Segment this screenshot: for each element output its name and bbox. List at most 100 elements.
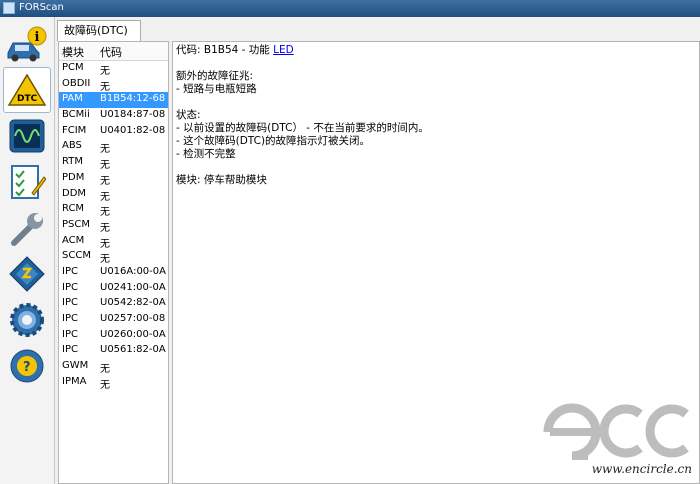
svg-text:DTC: DTC [17, 94, 38, 104]
tab-strip: 故障码(DTC) [55, 17, 700, 41]
module-name: RTM [62, 156, 83, 168]
oscilloscope-button[interactable] [3, 113, 51, 159]
module-code: 无 [100, 160, 110, 172]
svg-text:i: i [35, 30, 40, 45]
dtc-button[interactable]: DTC [3, 67, 51, 113]
module-row[interactable]: PCM 无 [59, 61, 168, 77]
module-name: SCCM [62, 250, 91, 262]
tab-dtc[interactable]: 故障码(DTC) [57, 20, 141, 41]
led-link[interactable]: LED [273, 44, 294, 56]
module-name: IPC [62, 344, 78, 356]
help-button[interactable]: ? [3, 343, 51, 389]
module-name: FCIM [62, 124, 87, 136]
module-row[interactable]: IPC U0260:00-0A [59, 328, 168, 344]
module-row[interactable]: RCM 无 [59, 202, 168, 218]
module-row[interactable]: IPC U0542:82-0A [59, 296, 168, 312]
module-row[interactable]: IPC U0257:00-08 [59, 312, 168, 328]
status-item: - 以前设置的故障码(DTC） - 不在当前要求的时间内。 [176, 122, 429, 134]
oscilloscope-icon [9, 119, 45, 153]
module-rows: PCM 无 OBDII 无 PAM B1B54:12-68 BCMii U0184:87-08… [59, 61, 168, 391]
module-name: RCM [62, 203, 85, 215]
module-row[interactable]: IPMA 无 [59, 375, 168, 391]
module-row[interactable]: OBDII 无 [59, 77, 168, 93]
settings-button[interactable] [3, 297, 51, 343]
wrench-icon [11, 213, 43, 246]
module-row[interactable]: IPC U016A:00-0A [59, 265, 168, 281]
module-code: 无 [100, 207, 110, 219]
module-name: IPC [62, 297, 78, 309]
module-row[interactable]: PDM 无 [59, 171, 168, 187]
module-row[interactable]: BCMii U0184:87-08 [59, 108, 168, 124]
module-row[interactable]: ACM 无 [59, 234, 168, 250]
module-code: 无 [100, 144, 110, 156]
module-row[interactable]: PAM B1B54:12-68 [59, 92, 168, 109]
module-code: 无 [100, 254, 110, 266]
module-code: 无 [100, 175, 110, 187]
dtc-icon: DTC [7, 73, 47, 106]
module-name: IPC [62, 265, 78, 277]
module-code: 无 [100, 66, 110, 77]
module-name: IPMA [62, 375, 87, 387]
module-line: 模块: 停车帮助模块 [176, 174, 267, 186]
vehicle-info-button[interactable]: i [3, 21, 51, 67]
side-toolbar: i DTC ? [0, 17, 55, 484]
module-code: 无 [100, 191, 110, 203]
module-code: 无 [100, 81, 110, 93]
module-row[interactable]: IPC U0241:00-0A [59, 281, 168, 297]
module-code: 无 [100, 222, 110, 234]
module-code: 无 [100, 364, 110, 376]
header-code[interactable]: 代码 [100, 44, 122, 60]
status-title: 状态: [176, 109, 201, 121]
module-code: U0260:00-0A [100, 328, 166, 340]
checklist-icon [11, 165, 46, 199]
module-row[interactable]: FCIM U0401:82-08 [59, 124, 168, 140]
module-code: U0561:82-0A [100, 344, 166, 356]
module-name: OBDII [62, 77, 91, 89]
module-row[interactable]: IPC U0561:82-0A [59, 343, 168, 359]
module-code: U0184:87-08 [100, 109, 166, 121]
module-code: U016A:00-0A [100, 265, 166, 277]
module-name: IPC [62, 313, 78, 324]
module-row[interactable]: PSCM 无 [59, 218, 168, 234]
watermark: www.encircle.cn [542, 398, 692, 476]
module-code: 无 [100, 379, 110, 391]
module-row[interactable]: RTM 无 [59, 155, 168, 171]
module-name: IPC [62, 328, 78, 340]
gear-icon [10, 303, 44, 337]
module-name: DDM [62, 187, 87, 199]
chip-icon [9, 256, 45, 292]
code-line: 代码: B1B54 - 功能 LED [176, 44, 696, 57]
module-row[interactable]: SCCM 无 [59, 249, 168, 265]
module-name: BCMii [62, 109, 90, 121]
window-title: FORScan [19, 2, 64, 13]
help-icon: ? [10, 349, 44, 383]
module-name: PSCM [62, 218, 90, 230]
list-header: 模块 代码 [59, 42, 168, 61]
status-item: - 检测不完整 [176, 148, 236, 160]
code-text: 代码: B1B54 - 功能 [176, 44, 274, 56]
module-code: 无 [100, 238, 110, 250]
module-name: IPC [62, 281, 78, 293]
module-code: B1B54:12-68 [100, 93, 166, 105]
module-name: GWM [62, 360, 89, 372]
watermark-site: www.encircle.cn [591, 462, 692, 476]
module-name: PDM [62, 171, 85, 183]
module-list[interactable]: 模块 代码 PCM 无 OBDII 无 PAM B1B54:12-68 BCMii U0184… [58, 41, 169, 484]
module-row[interactable]: ABS 无 [59, 139, 168, 155]
module-name: ACM [62, 234, 85, 246]
module-code: U0241:00-0A [100, 281, 166, 293]
header-module[interactable]: 模块 [62, 44, 84, 60]
ecc-logo [543, 403, 689, 460]
module-code: U0257:00-08 [100, 313, 166, 324]
module-row[interactable]: GWM 无 [59, 359, 168, 375]
extra-item: - 短路与电瓶短路 [176, 83, 257, 95]
svg-text:?: ? [23, 360, 31, 375]
configuration-button[interactable] [3, 251, 51, 297]
tests-button[interactable] [3, 159, 51, 205]
module-code: U0542:82-0A [100, 297, 166, 309]
module-row[interactable]: DDM 无 [59, 187, 168, 203]
status-item: - 这个故障码(DTC)的故障指示灯被关闭。 [176, 135, 371, 147]
module-name: ABS [62, 140, 82, 152]
service-button[interactable] [3, 205, 51, 251]
module-code: U0401:82-08 [100, 124, 166, 136]
